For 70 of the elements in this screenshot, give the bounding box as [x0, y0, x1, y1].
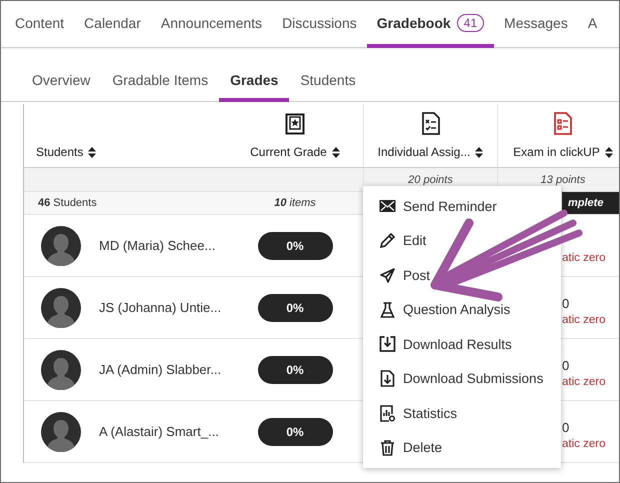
items-count: 10 items: [274, 197, 316, 209]
sort-icon[interactable]: [88, 146, 96, 158]
nav-tab[interactable]: Messages: [494, 1, 578, 48]
sub-tab[interactable]: Students: [289, 61, 367, 102]
tab-label: Announcements: [160, 14, 262, 30]
score-text: 0: [562, 358, 570, 374]
sub-tab[interactable]: Grades: [219, 61, 290, 102]
menu-item[interactable]: Download Results: [363, 327, 561, 362]
points-label: 13 points: [540, 174, 586, 186]
sort-icon[interactable]: [604, 146, 613, 158]
tab-label: Messages: [504, 14, 568, 30]
chart-document-icon: [379, 404, 396, 422]
count-badge: 41: [456, 14, 484, 32]
nav-tab[interactable]: Discussions: [272, 1, 367, 48]
nav-tab[interactable]: Announcements: [150, 1, 272, 48]
score-text: 0: [562, 420, 570, 436]
menu-item[interactable]: Delete: [363, 430, 561, 465]
badge-icon: [285, 113, 305, 135]
menu-item[interactable]: Post: [363, 258, 561, 292]
menu-item[interactable]: Edit: [363, 224, 561, 258]
nav-tab[interactable]: Gradebook 41: [366, 1, 494, 48]
trash-icon: [379, 440, 396, 456]
tab-label: Content: [15, 14, 64, 30]
nav-tab[interactable]: Content: [5, 1, 74, 48]
avatar-icon: [41, 226, 81, 266]
zero-note: atic zero: [562, 314, 606, 326]
tab-label: Discussions: [282, 14, 357, 30]
menu-item[interactable]: Send Reminder: [363, 189, 561, 224]
menu-item[interactable]: Question Analysis: [363, 292, 561, 327]
nav-tab[interactable]: A: [578, 1, 608, 48]
student-name[interactable]: JA (Admin) Slabber...: [99, 362, 222, 377]
zero-note: atic zero: [562, 438, 606, 450]
student-name[interactable]: MD (Maria) Schee...: [99, 238, 216, 253]
column-header[interactable]: Students: [36, 145, 84, 159]
column-header[interactable]: Current Grade: [250, 145, 327, 159]
tab-label: Gradebook: [376, 14, 451, 30]
grade-pill[interactable]: 0%: [258, 232, 332, 260]
sub-tab[interactable]: Gradable Items: [101, 61, 220, 102]
column-header[interactable]: Individual Assig...: [378, 145, 470, 159]
sort-icon[interactable]: [332, 146, 340, 158]
score-text: 0: [562, 296, 570, 312]
download-icon: [379, 336, 396, 352]
nav-tab[interactable]: Calendar: [74, 1, 151, 48]
avatar-icon: [41, 288, 81, 328]
sub-tab[interactable]: Overview: [21, 61, 102, 102]
zero-note: atic zero: [562, 376, 606, 388]
menu-item[interactable]: Statistics: [363, 396, 561, 430]
checklist-icon: [422, 112, 440, 135]
test-document-icon: [554, 112, 572, 135]
sort-icon[interactable]: [475, 146, 484, 158]
avatar-icon: [41, 350, 81, 390]
student-name[interactable]: A (Alastair) Smart_...: [99, 424, 219, 439]
avatar-icon: [41, 412, 81, 452]
tab-label: A: [588, 14, 598, 30]
tab-label: Calendar: [84, 14, 141, 30]
paper-plane-icon: [379, 268, 396, 283]
points-label: 20 points: [408, 174, 453, 186]
grade-pill[interactable]: 0%: [258, 356, 332, 384]
envelope-icon: [379, 200, 396, 212]
status-label: mplete: [562, 192, 619, 214]
flask-icon: [379, 302, 396, 318]
column-header[interactable]: Exam in clickUP: [513, 145, 600, 159]
pencil-icon: [379, 233, 396, 248]
file-download-icon: [379, 370, 396, 388]
student-name[interactable]: JS (Johanna) Untie...: [99, 300, 222, 315]
students-count: 46 Students: [38, 197, 97, 209]
zero-note: atic zero: [562, 252, 606, 264]
menu-item[interactable]: Download Submissions: [363, 362, 561, 396]
grade-pill[interactable]: 0%: [258, 418, 332, 446]
grade-pill[interactable]: 0%: [258, 294, 332, 322]
